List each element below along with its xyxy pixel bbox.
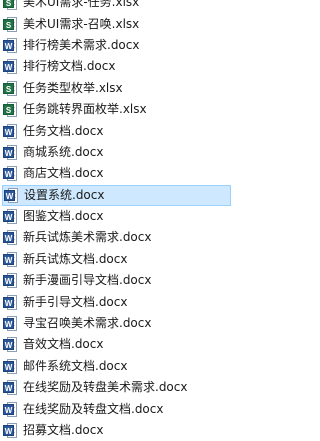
word-document-icon: W [3,380,17,396]
word-document-icon: W [3,230,17,246]
file-row[interactable]: W 设置系统.docx [2,184,231,206]
file-row[interactable]: W 排行榜文档.docx [0,56,260,77]
word-document-icon: W [3,209,17,225]
word-document-icon: W [3,423,17,438]
word-document-icon: W [3,401,17,417]
word-document-icon: W [3,358,17,374]
file-name: 排行榜文档.docx [23,59,116,74]
word-document-icon: W [3,316,17,332]
file-name: 商店文档.docx [23,166,104,181]
word-document-icon: W [3,123,17,139]
file-name: 商城系统.docx [23,144,104,159]
file-row[interactable]: W 音效文档.docx [0,334,260,355]
file-name: 美术UI需求-召唤.xlsx [23,16,140,31]
file-row[interactable]: W 图鉴文档.docx [0,206,260,227]
file-row[interactable]: W 新手漫画引导文档.docx [0,270,260,291]
file-name: 在线奖励及转盘美术需求.docx [23,380,188,395]
word-document-icon: W [3,144,17,160]
file-name: 新手漫画引导文档.docx [23,273,152,288]
file-row[interactable]: W 在线奖励及转盘文档.docx [0,398,260,419]
file-name: 设置系统.docx [24,187,105,202]
file-row[interactable]: S 美术UI需求-任务.xlsx [0,0,260,13]
file-row[interactable]: W 排行榜美术需求.docx [0,35,260,56]
file-name: 在线奖励及转盘文档.docx [23,401,164,416]
file-name: 音效文档.docx [23,337,104,352]
file-name: 任务文档.docx [23,123,104,138]
file-name: 新手引导文档.docx [23,294,128,309]
word-document-icon: W [3,294,17,310]
file-name: 排行榜美术需求.docx [23,37,140,52]
file-row[interactable]: W 招募文档.docx [0,420,260,441]
file-name: 寻宝召唤美术需求.docx [23,316,152,331]
spreadsheet-icon: S [3,80,17,96]
word-document-icon: W [3,59,17,75]
word-document-icon: W [3,166,17,182]
file-row[interactable]: W 新兵试炼美术需求.docx [0,227,260,248]
file-name: 邮件系统文档.docx [23,358,128,373]
file-name: 图鉴文档.docx [23,209,104,224]
file-name: 美术UI需求-任务.xlsx [23,0,140,10]
word-document-icon: W [4,187,18,203]
file-name: 任务跳转界面枚举.xlsx [23,102,147,117]
file-row[interactable]: W 在线奖励及转盘美术需求.docx [0,377,260,398]
file-row[interactable]: W 商店文档.docx [0,163,260,184]
file-name: 招募文档.docx [23,423,104,437]
file-name: 任务类型枚举.xlsx [23,80,123,95]
spreadsheet-icon: S [3,0,17,11]
word-document-icon: W [3,251,17,267]
file-row[interactable]: W 任务文档.docx [0,120,260,141]
word-document-icon: W [3,37,17,53]
file-row[interactable]: W 邮件系统文档.docx [0,356,260,377]
file-row[interactable]: S 任务类型枚举.xlsx [0,78,260,99]
spreadsheet-icon: S [3,16,17,32]
file-row[interactable]: W 新兵试炼文档.docx [0,249,260,270]
file-row[interactable]: S 美术UI需求-召唤.xlsx [0,13,260,34]
file-name: 新兵试炼美术需求.docx [23,230,152,245]
file-list: S 美术UI需求-任务.xlsx S 美术UI需求-召唤.xlsx W 排行榜美术需求.d… [0,0,260,441]
file-row[interactable]: S 任务跳转界面枚举.xlsx [0,99,260,120]
file-row[interactable]: W 新手引导文档.docx [0,291,260,312]
file-row[interactable]: W 商城系统.docx [0,142,260,163]
spreadsheet-icon: S [3,102,17,118]
file-row[interactable]: W 寻宝召唤美术需求.docx [0,313,260,334]
file-name: 新兵试炼文档.docx [23,251,128,266]
word-document-icon: W [3,337,17,353]
word-document-icon: W [3,273,17,289]
